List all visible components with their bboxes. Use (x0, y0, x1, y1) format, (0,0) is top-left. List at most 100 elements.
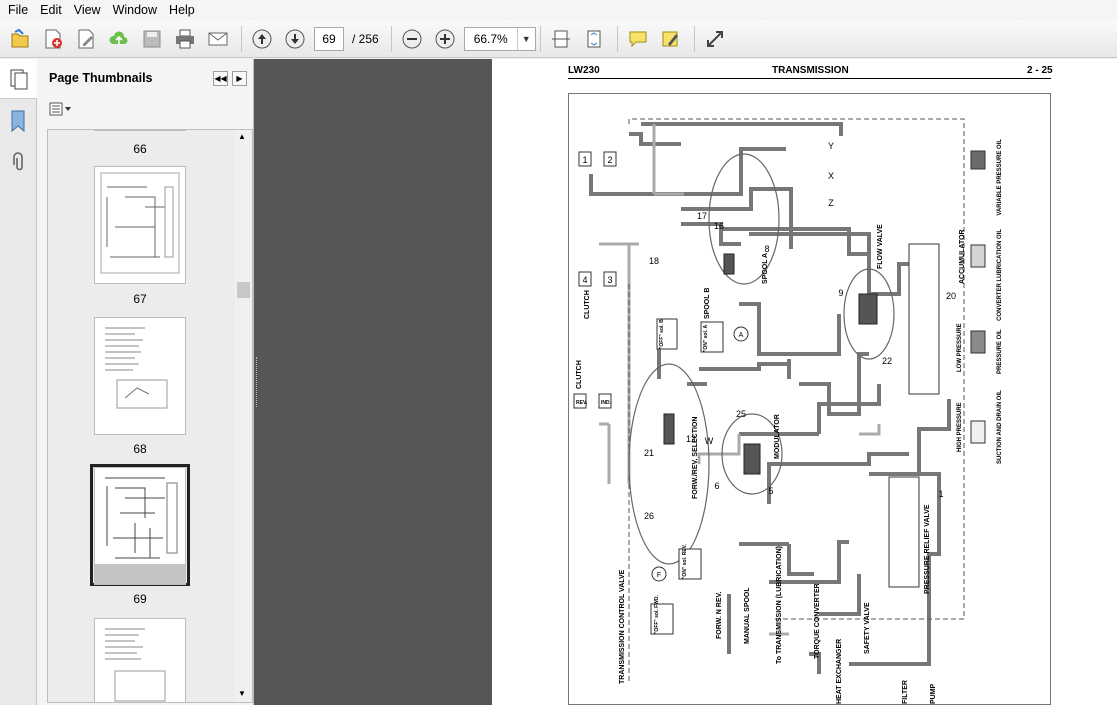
diagram-label: 25 (736, 409, 746, 419)
menu-help[interactable]: Help (163, 0, 201, 20)
legend-label: CONVERTER LUBRICATION OIL (997, 229, 1003, 321)
diagram-label: FILTER (902, 680, 909, 704)
attachments-tab[interactable] (8, 151, 28, 175)
thumbnail-scrollbar[interactable]: ▲ ▼ (235, 130, 252, 702)
legend-swatch (970, 244, 986, 268)
thumbnail-page-67[interactable] (94, 166, 186, 284)
scroll-up-icon[interactable]: ▲ (238, 132, 246, 141)
legend-label: VARIABLE PRESSURE OIL (997, 139, 1003, 216)
diagram-label: MANUAL SPOOL (744, 587, 751, 644)
diagram-label: 4 (582, 275, 587, 285)
page-number-input[interactable] (314, 26, 344, 51)
diagram-label: A (739, 332, 744, 339)
print-icon[interactable] (171, 25, 199, 53)
legend-swatch (970, 420, 986, 444)
highlight-icon[interactable] (657, 25, 685, 53)
thumbnail-list[interactable]: 66 67 68 69 ▲ ▼ (47, 129, 253, 703)
diagram-label: 1 (582, 155, 587, 165)
menu-window[interactable]: Window (107, 0, 163, 20)
diagram-label: FORW. N REV. (716, 591, 723, 639)
diagram-label: "ON" sol. A (703, 325, 709, 352)
legend-label: SUCTION AND DRAIN OIL (997, 390, 1003, 464)
diagram-label: 6 (714, 481, 719, 491)
diagram-label: FLOW VALVE (877, 224, 884, 269)
upload-icon[interactable] (105, 25, 133, 53)
legend-swatch (970, 330, 986, 354)
legend-swatch (970, 150, 986, 170)
header-rule (568, 78, 1051, 79)
create-pdf-icon[interactable] (39, 25, 67, 53)
diagram-label: IND. (601, 400, 612, 406)
legend-label: LOW PRESSURE (957, 323, 963, 372)
next-page-icon[interactable] (281, 25, 309, 53)
diagram-label: Y (828, 141, 834, 151)
thumbnail-label: 69 (133, 592, 147, 606)
document-view[interactable]: LW230 TRANSMISSION 2 - 25 1 2 3 4 16 17 … (260, 59, 1117, 705)
zoom-in-icon[interactable] (431, 25, 459, 53)
fit-width-icon[interactable] (547, 25, 575, 53)
zoom-select[interactable]: ▼ (463, 26, 536, 51)
diagram-label: "OFF" sol. FWD. (654, 594, 660, 634)
collapse-panel-icon[interactable]: ◀◀ (213, 70, 228, 86)
chevron-down-icon[interactable]: ▼ (516, 27, 535, 50)
diagram-label: 8 (764, 244, 769, 254)
prev-page-icon[interactable] (248, 25, 276, 53)
diagram-label: 16 (714, 221, 724, 231)
zoom-out-icon[interactable] (398, 25, 426, 53)
zoom-input[interactable] (464, 27, 517, 50)
diagram-label: HEAT EXCHANGER (836, 639, 843, 704)
page-header-right: 2 - 25 (1027, 65, 1053, 76)
pages-icon (10, 69, 27, 89)
pdf-page: LW230 TRANSMISSION 2 - 25 1 2 3 4 16 17 … (492, 59, 1117, 705)
toolbar-divider (241, 25, 242, 52)
diagram-label: 21 (644, 448, 654, 458)
menu-file[interactable]: File (2, 0, 34, 20)
menu-edit[interactable]: Edit (34, 0, 68, 20)
menu-view[interactable]: View (68, 0, 107, 20)
diagram-label: REV. (576, 400, 588, 406)
expand-panel-icon[interactable]: ▶ (232, 70, 247, 86)
comment-icon[interactable] (624, 25, 652, 53)
legend-label: PRESSURE OIL (997, 329, 1003, 374)
save-icon[interactable] (138, 25, 166, 53)
diagram-label: "OFF" sol. B (659, 319, 665, 349)
thumbnail-page-66[interactable] (94, 130, 186, 131)
diagram-label: SPOOL A (762, 253, 769, 284)
diagram-label: X (828, 171, 834, 181)
email-icon[interactable] (204, 25, 232, 53)
thumbnails-tab[interactable] (0, 59, 37, 99)
thumbnail-panel: Page Thumbnails ◀◀ ▶ 66 67 68 69 ▲ ▼ (37, 59, 254, 705)
diagram-label: 2 (607, 155, 612, 165)
thumbnail-label: 66 (133, 142, 147, 156)
toolbar-divider (390, 25, 392, 52)
thumbnail-page-68[interactable] (94, 317, 186, 435)
diagram-label: ACCUMULATOR (959, 229, 966, 284)
diagram-label: TORQUE CONVERTER (814, 583, 821, 659)
diagram-label: SAFETY VALVE (864, 602, 871, 654)
diagram-label: 26 (644, 511, 654, 521)
edit-icon[interactable] (72, 25, 100, 53)
toolbar-divider (616, 25, 618, 52)
open-icon[interactable] (6, 25, 34, 53)
diagram-label: MODULATOR (774, 414, 781, 459)
diagram-label: "ON" sol. REV. (682, 544, 688, 579)
fit-page-icon[interactable] (580, 25, 608, 53)
bookmarks-tab[interactable] (8, 109, 28, 133)
scrollbar-thumb[interactable] (237, 282, 250, 298)
diagram-label: 22 (882, 356, 892, 366)
page-header-left: LW230 (568, 65, 600, 76)
panel-title: Page Thumbnails (49, 71, 153, 85)
bookmark-icon (11, 110, 25, 133)
thumbnail-page-70[interactable] (94, 618, 186, 702)
thumbnail-options-button[interactable] (37, 97, 253, 121)
thumbnail-caption-bar (94, 564, 186, 584)
page-total-label: / 256 (352, 31, 379, 46)
options-menu-icon (49, 102, 71, 116)
fullscreen-icon[interactable] (701, 25, 729, 53)
diagram-label: W (705, 436, 714, 446)
diagram-label: CLUTCH (576, 360, 583, 389)
diagram-label: To TRANSMISSION (LUBRICATION) (776, 546, 783, 664)
thumbnail-label: 68 (133, 442, 147, 456)
scroll-down-icon[interactable]: ▼ (238, 689, 246, 698)
toolbar-divider (539, 25, 541, 52)
